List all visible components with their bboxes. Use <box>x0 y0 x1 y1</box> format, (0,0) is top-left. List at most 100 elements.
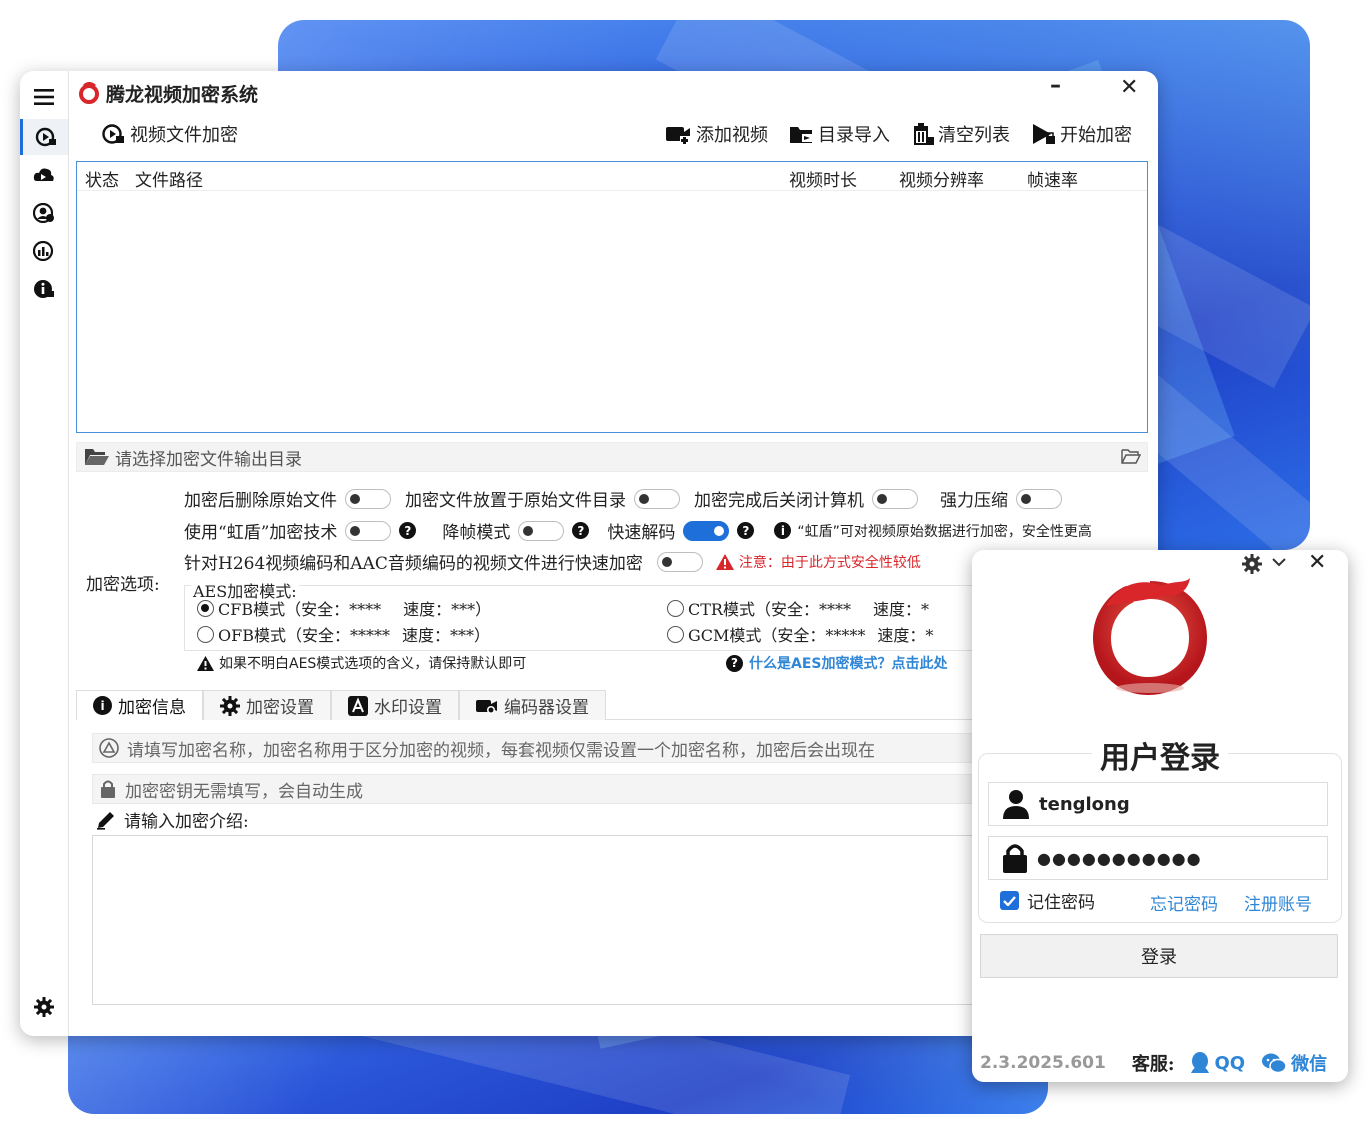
column-duration[interactable]: 视频时长 <box>789 166 857 191</box>
pencil-icon <box>97 811 114 830</box>
clear-list-button[interactable]: 清空列表 <box>912 121 1010 147</box>
column-file-path[interactable]: 文件路径 <box>135 166 203 191</box>
cloud-icon <box>33 168 54 181</box>
encrypt-desc-label: 请输入加密介绍: <box>96 807 249 832</box>
options-row-2: 使用“虹盾”加密技术 ? 降帧模式 ? 快速解码 ? i “虹盾”可对视频原始数… <box>184 518 1092 543</box>
sidebar-item-info[interactable] <box>20 271 68 307</box>
password-input[interactable]: ●●●●●●●●●●● <box>988 836 1328 880</box>
sidebar-item-cloud[interactable] <box>20 157 68 193</box>
login-footer: 2.3.2025.601 客服: QQ 微信 <box>980 1050 1342 1076</box>
aes-help-link[interactable]: ? 什么是AES加密模式？点击此处 <box>726 653 947 673</box>
add-video-button[interactable]: 添加视频 <box>666 121 768 147</box>
tab-encoder-settings[interactable]: 编码器设置 <box>459 690 606 720</box>
encrypt-options-label: 加密选项: <box>86 575 160 595</box>
stats-icon <box>33 241 54 261</box>
gcm-radio[interactable] <box>667 625 684 643</box>
sidebar-item-video-encrypt[interactable] <box>20 119 68 155</box>
login-close-button[interactable]: ✕ <box>1308 550 1326 575</box>
register-link[interactable]: 注册账号 <box>1244 890 1312 915</box>
info-icon: i <box>93 696 112 715</box>
output-directory-field[interactable]: 请选择加密文件输出目录 <box>76 442 1148 472</box>
title-bar: 腾龙视频加密系统 <box>78 79 258 107</box>
info-icon <box>34 280 54 298</box>
import-directory-button[interactable]: 目录导入 <box>790 121 890 147</box>
tab-encrypt-info[interactable]: i 加密信息 <box>76 690 203 720</box>
delete-original-toggle[interactable] <box>345 488 391 509</box>
forgot-password-link[interactable]: 忘记密码 <box>1150 890 1218 915</box>
encoder-icon <box>476 699 497 714</box>
app-title: 腾龙视频加密系统 <box>106 83 259 106</box>
qq-icon <box>1190 1052 1209 1073</box>
warning-icon <box>715 553 734 570</box>
gear-icon[interactable] <box>1242 554 1262 574</box>
warning-icon <box>197 655 214 671</box>
tab-watermark-settings[interactable]: 水印设置 <box>331 690 459 720</box>
video-encrypt-icon <box>102 124 124 144</box>
aes-mode-cfb[interactable]: CFB模式（安全：**** 速度：***） <box>197 596 491 620</box>
sidebar-item-user[interactable] <box>20 195 68 231</box>
watermark-icon <box>348 695 368 716</box>
section-title: 视频文件加密 <box>102 121 238 147</box>
info-icon: i <box>774 522 792 539</box>
menu-icon[interactable] <box>20 79 68 115</box>
fast-encrypt-toggle[interactable] <box>656 551 703 572</box>
folder-open-icon[interactable] <box>1121 448 1141 464</box>
login-button[interactable]: 登录 <box>980 934 1338 978</box>
check-icon[interactable] <box>1000 891 1019 910</box>
close-button[interactable]: ✕ <box>1120 75 1138 100</box>
video-file-table[interactable]: 状态 文件路径 视频时长 视频分辨率 帧速率 <box>76 161 1148 433</box>
minimize-button[interactable]: – <box>1050 73 1061 98</box>
name-icon <box>99 738 119 758</box>
brand-logo-icon <box>1092 578 1208 696</box>
aes-hint: 如果不明白AES模式选项的含义，请保持默认即可 <box>196 653 526 673</box>
help-icon: ? <box>726 654 743 672</box>
video-encrypt-icon <box>35 127 56 147</box>
tab-bar: i 加密信息 加密设置 水印设置 编码器设置 <box>76 690 606 720</box>
app-logo-icon <box>79 82 99 104</box>
column-resolution[interactable]: 视频分辨率 <box>899 166 984 191</box>
folder-icon <box>85 449 109 465</box>
version-label: 2.3.2025.601 <box>980 1053 1106 1073</box>
column-status[interactable]: 状态 <box>85 166 119 191</box>
sidebar-item-stats[interactable] <box>20 233 68 269</box>
user-icon <box>1003 790 1029 819</box>
ofb-radio[interactable] <box>197 625 214 643</box>
login-title: 用户登录 <box>972 733 1348 777</box>
help-icon[interactable]: ? <box>399 522 417 539</box>
table-header: 状态 文件路径 视频时长 视频分辨率 帧速率 <box>77 162 1147 191</box>
reduce-fps-toggle[interactable] <box>518 520 565 541</box>
folder-import-icon <box>790 127 812 143</box>
trash-icon <box>914 123 934 145</box>
lock-icon <box>101 780 115 798</box>
ctr-radio[interactable] <box>667 599 684 617</box>
help-icon[interactable]: ? <box>737 522 755 539</box>
aes-mode-ctr[interactable]: CTR模式（安全：**** 速度：* <box>667 596 929 620</box>
options-row-1: 加密后删除原始文件 加密文件放置于原始文件目录 加密完成后关闭计算机 强力压缩 <box>184 486 1070 511</box>
aes-mode-gcm[interactable]: GCM模式（安全：***** 速度：* <box>667 622 933 646</box>
help-icon[interactable]: ? <box>572 522 590 539</box>
user-icon <box>33 203 54 223</box>
service-label: 客服: <box>1131 1054 1175 1075</box>
aes-mode-ofb[interactable]: OFB模式（安全：***** 速度：***） <box>197 622 490 646</box>
add-video-icon <box>666 127 690 144</box>
shutdown-after-toggle[interactable] <box>872 488 918 509</box>
rainbow-shield-toggle[interactable] <box>345 520 392 541</box>
login-window: ✕ 用户登录 tenglong ●●●●●●●●●●● 记住密码 忘记密码 注册… <box>972 550 1348 1082</box>
chevron-down-icon[interactable] <box>1272 558 1286 568</box>
toolbar: 添加视频 目录导入 清空列表 开始加密 <box>666 121 1132 147</box>
cfb-radio[interactable] <box>197 599 214 617</box>
tab-encrypt-settings[interactable]: 加密设置 <box>203 690 331 720</box>
sidebar <box>20 71 69 1036</box>
fast-decode-toggle[interactable] <box>683 520 730 541</box>
qq-link[interactable]: QQ <box>1189 1051 1245 1075</box>
start-encrypt-button[interactable]: 开始加密 <box>1032 121 1132 147</box>
wechat-icon <box>1262 1053 1287 1074</box>
wechat-link[interactable]: 微信 <box>1261 1050 1327 1076</box>
remember-password-checkbox[interactable]: 记住密码 <box>1000 888 1095 913</box>
gear-icon <box>34 997 54 1017</box>
place-in-original-toggle[interactable] <box>634 488 680 509</box>
strong-compress-toggle[interactable] <box>1016 488 1062 509</box>
username-input[interactable]: tenglong <box>988 782 1328 826</box>
column-frame-rate[interactable]: 帧速率 <box>1027 166 1078 191</box>
settings-button[interactable] <box>20 989 68 1025</box>
